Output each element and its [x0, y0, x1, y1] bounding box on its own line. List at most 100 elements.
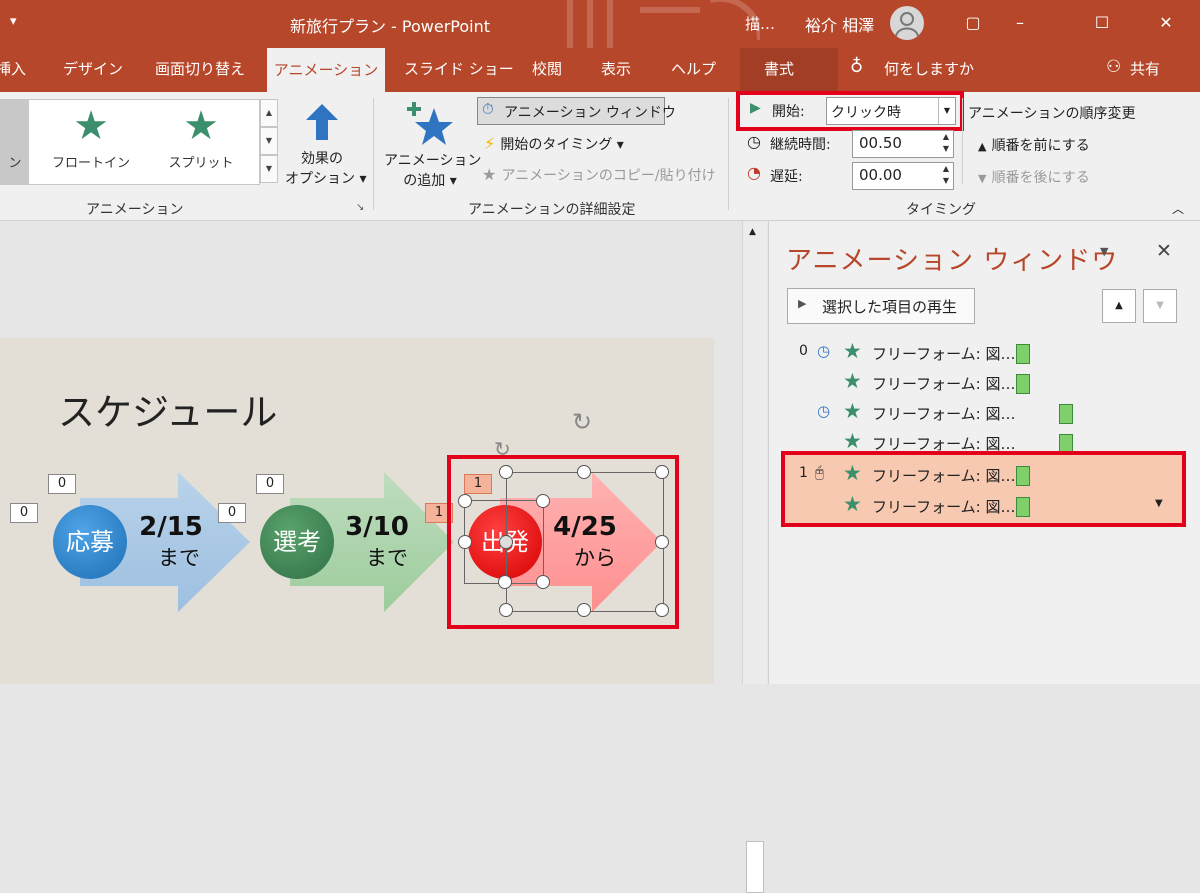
ribbon-display-button[interactable]: ▢ — [953, 6, 993, 40]
gallery-more[interactable]: ▼ — [260, 155, 278, 183]
separator — [728, 98, 729, 210]
triangle-up-icon: ▲ — [978, 140, 987, 153]
move-down-button[interactable]: ▼ — [1143, 289, 1177, 323]
duration-spinner[interactable]: 00.50 ▲ ▼ — [852, 130, 954, 158]
spin-up-icon[interactable]: ▲ — [943, 164, 949, 173]
pane-options-icon[interactable]: ▼ — [1100, 245, 1108, 258]
timeline-bar[interactable] — [1059, 404, 1073, 424]
clock-icon: ◷ — [817, 402, 831, 420]
search-snippet[interactable]: 描… — [745, 13, 775, 34]
delay-spinner[interactable]: 00.00 ▲ ▼ — [852, 162, 954, 190]
rotate-handle-icon[interactable]: ↻ — [572, 408, 592, 436]
animation-window-button[interactable]: ⏱ アニメーション ウィンドウ — [477, 97, 676, 125]
tab-insert[interactable]: 挿入 — [0, 58, 26, 79]
clock-icon: ◷ — [817, 342, 831, 360]
tab-review[interactable]: 校閲 — [532, 58, 562, 79]
move-later-button[interactable]: ▼ 順番を後にする — [978, 167, 1090, 187]
painter-star-icon: ★ — [482, 165, 497, 184]
tab-view[interactable]: 表示 — [601, 58, 631, 79]
tab-slideshow[interactable]: スライド ショー — [404, 58, 514, 79]
animation-painter-label: アニメーションのコピー/貼り付け — [501, 168, 716, 184]
spin-up-icon[interactable]: ▲ — [943, 132, 949, 141]
pane-title: アニメーション ウィンドウ — [786, 246, 1119, 276]
animation-list-item[interactable]: 0 ◷ ★ フリーフォーム: 図… — [785, 337, 1180, 367]
clock-icon: ◷ — [747, 132, 761, 151]
tell-me-search[interactable]: 何をしますか — [884, 58, 974, 79]
minimize-button[interactable]: – — [1000, 6, 1040, 40]
animation-window-label: アニメーション ウィンドウ — [504, 105, 676, 121]
gallery-item-label: フロートイン — [51, 156, 130, 171]
up-arrow-icon — [306, 104, 338, 140]
step-date-2: 3/10 — [345, 512, 409, 542]
add-animation-button[interactable]: アニメーション の追加 ▾ — [384, 100, 481, 190]
separator — [373, 98, 374, 210]
tab-design[interactable]: デザイン — [63, 58, 123, 79]
spin-down-icon[interactable]: ▼ — [943, 144, 949, 153]
animation-tag[interactable]: 0 — [48, 474, 76, 494]
slide-title[interactable]: スケジュール — [58, 382, 277, 436]
effect-options-button[interactable]: 効果の オプション ▾ — [285, 100, 366, 188]
ribbon-tabs: 挿入 デザイン 画面切り替え アニメーション スライド ショー 校閲 表示 ヘル… — [0, 48, 1200, 92]
gallery-item-selected[interactable]: ン — [1, 100, 29, 184]
animation-tag[interactable]: 0 — [218, 503, 246, 523]
add-star-icon — [407, 102, 453, 145]
animation-painter-button[interactable]: ★ アニメーションのコピー/貼り付け — [482, 165, 716, 185]
star-icon: ★ — [73, 103, 109, 149]
star-icon: ★ — [183, 103, 219, 149]
user-icon — [895, 12, 919, 37]
delay-label: 遅延: — [770, 169, 803, 185]
gallery-scroll-down[interactable]: ▼ — [260, 127, 278, 155]
delay-value: 00.00 — [859, 166, 902, 184]
move-up-button[interactable]: ▲ — [1102, 289, 1136, 323]
triangle-down-icon: ▼ — [978, 172, 987, 185]
animation-pane-icon: ⏱ — [482, 100, 494, 118]
user-name[interactable]: 裕介 相澤 — [805, 12, 874, 36]
highlight-selected-shape — [447, 455, 679, 629]
tab-format[interactable]: 書式 — [764, 58, 794, 79]
separator — [962, 98, 963, 184]
animation-tag[interactable]: 0 — [10, 503, 38, 523]
animation-gallery: ン ★ フロートイン ★ スプリット — [0, 99, 260, 185]
play-selected-label: 選択した項目の再生 — [822, 298, 958, 316]
slide-scrollbar[interactable]: ▲ — [742, 221, 767, 893]
start-timing-button[interactable]: ⚡ 開始のタイミング ▾ — [484, 134, 624, 154]
play-icon: ▶ — [798, 297, 807, 310]
collapse-ribbon-icon[interactable]: ︿ — [1172, 200, 1184, 217]
scroll-thumb[interactable] — [746, 841, 764, 893]
step-date-1: 2/15 — [139, 512, 203, 542]
maximize-button[interactable]: ☐ — [1082, 6, 1122, 40]
timeline-bar[interactable] — [1016, 374, 1030, 394]
animation-list-item[interactable]: ◷ ★ フリーフォーム: 図… — [785, 397, 1180, 427]
pane-close-icon[interactable]: ✕ — [1156, 240, 1172, 262]
tab-transitions[interactable]: 画面切り替え — [155, 58, 245, 79]
dialog-launcher-icon[interactable]: ↘ — [356, 202, 364, 213]
tab-help[interactable]: ヘルプ — [671, 58, 716, 79]
spin-down-icon[interactable]: ▼ — [943, 176, 949, 185]
reorder-title: アニメーションの順序変更 — [968, 106, 1136, 122]
move-later-label: 順番を後にする — [991, 170, 1090, 186]
scroll-up-icon[interactable]: ▲ — [749, 227, 756, 237]
window-title: 新旅行プラン - PowerPoint — [289, 17, 491, 36]
close-button[interactable]: ✕ — [1146, 6, 1186, 40]
lightbulb-icon: ♁ — [850, 56, 864, 77]
tab-animations[interactable]: アニメーション — [267, 48, 385, 92]
play-selected-button[interactable]: ▶ 選択した項目の再生 — [787, 288, 975, 324]
group-label-timing: タイミング — [906, 202, 976, 218]
animation-tag[interactable]: 0 — [256, 474, 284, 494]
avatar[interactable] — [890, 6, 924, 40]
gallery-scroll-up[interactable]: ▲ — [260, 99, 278, 127]
animation-list-item[interactable]: ★ フリーフォーム: 図… — [785, 367, 1180, 397]
group-label-animation: アニメーション — [86, 202, 184, 218]
timeline-bar[interactable] — [1016, 344, 1030, 364]
move-earlier-button[interactable]: ▲ 順番を前にする — [978, 135, 1090, 155]
share-icon: ⚇ — [1106, 57, 1122, 77]
star-icon: ★ — [843, 399, 862, 423]
delay-clock-icon: ◔ — [747, 163, 761, 182]
step-sub-2: まで — [366, 546, 408, 570]
gallery-item-label: スプリット — [168, 156, 234, 171]
gallery-item-split[interactable]: ★ スプリット — [151, 100, 251, 184]
share-button[interactable]: 共有 — [1130, 58, 1160, 79]
duration-label: 継続時間: — [770, 137, 831, 153]
gallery-item-float-in[interactable]: ★ フロートイン — [41, 100, 141, 184]
group-label-advanced: アニメーションの詳細設定 — [468, 202, 636, 218]
